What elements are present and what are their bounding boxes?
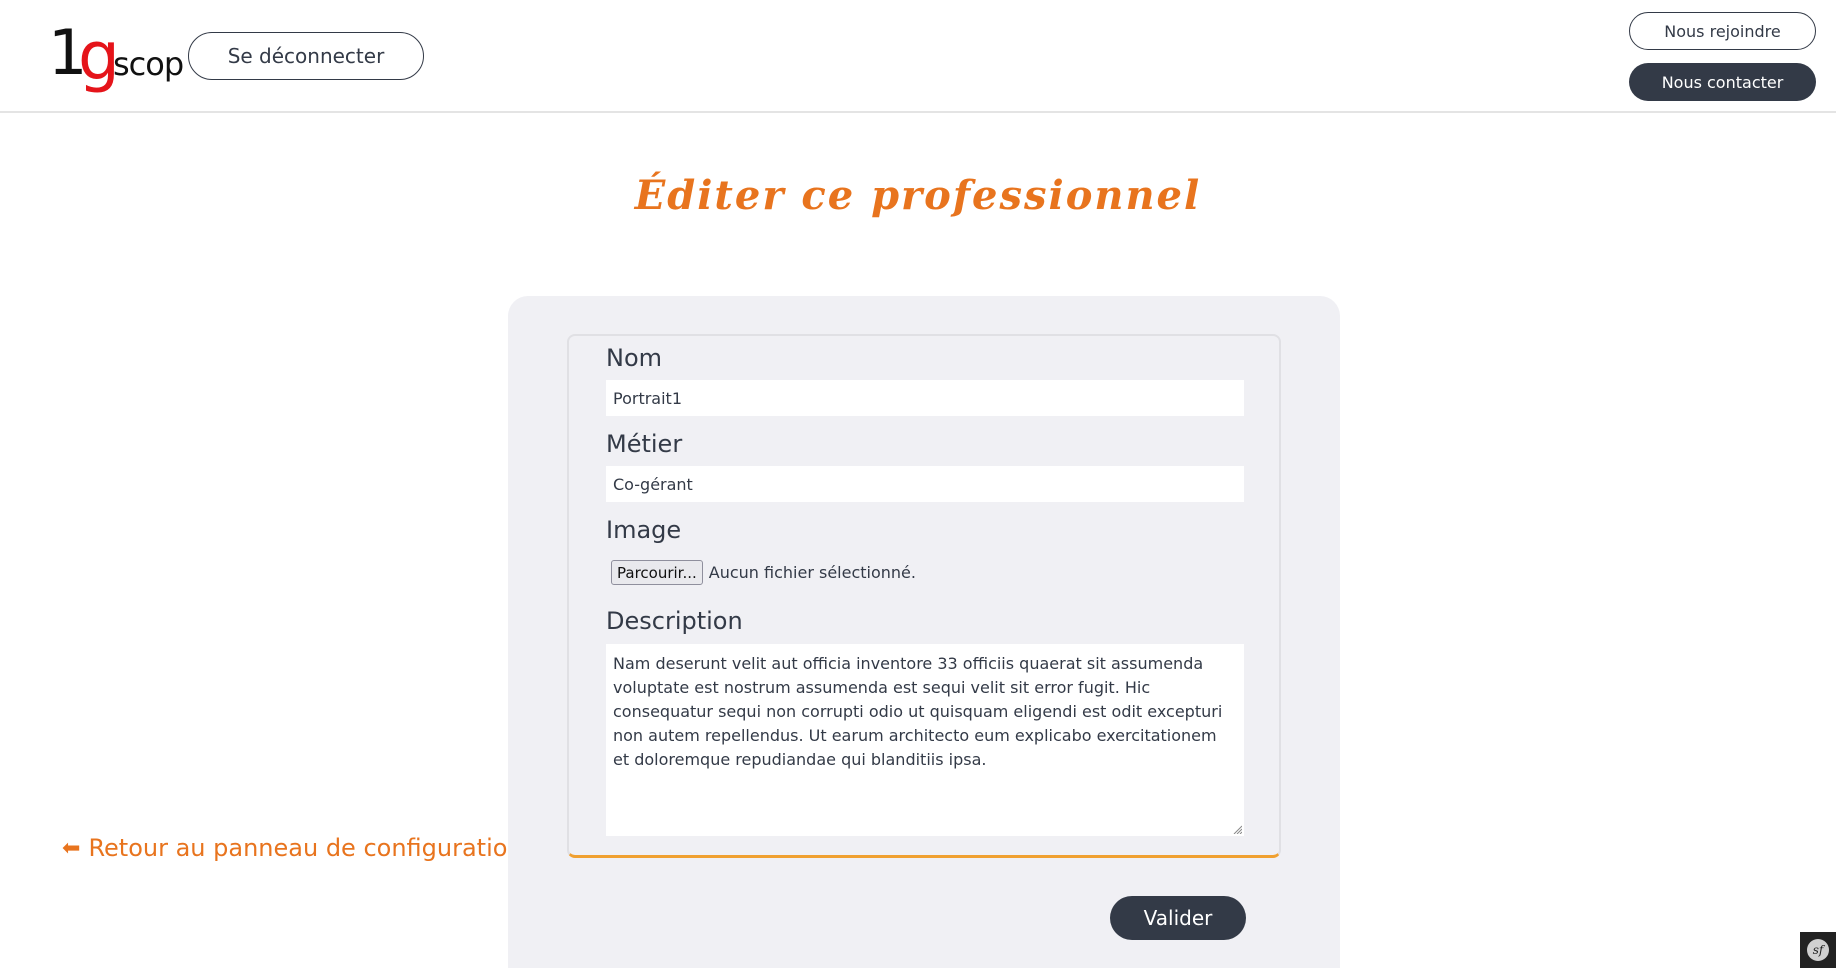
- job-input[interactable]: Co-gérant: [606, 466, 1244, 502]
- browse-file-button[interactable]: Parcourir...: [611, 560, 703, 585]
- back-to-config-link[interactable]: ⬅ Retour au panneau de configuration: [62, 834, 523, 862]
- description-textarea[interactable]: Nam deserunt velit aut officia inventore…: [606, 644, 1244, 836]
- description-text: Nam deserunt velit aut officia inventore…: [613, 654, 1223, 769]
- name-label: Nom: [606, 344, 663, 372]
- site-header: 1 g scop Se déconnecter Nous rejoindre N…: [0, 0, 1836, 113]
- submit-button[interactable]: Valider: [1110, 896, 1246, 940]
- symfony-toolbar-toggle[interactable]: sf: [1800, 932, 1836, 968]
- symfony-icon: sf: [1807, 939, 1829, 961]
- page-title: Éditer ce professionnel: [634, 172, 1202, 219]
- arrow-left-icon: ⬅: [62, 835, 81, 861]
- resize-handle-icon[interactable]: [1232, 824, 1242, 834]
- image-file-input: Parcourir... Aucun fichier sélectionné.: [611, 560, 916, 585]
- join-button[interactable]: Nous rejoindre: [1629, 12, 1816, 50]
- name-input[interactable]: Portrait1: [606, 380, 1244, 416]
- contact-button[interactable]: Nous contacter: [1629, 63, 1816, 101]
- form-fieldset: Nom Portrait1 Métier Co-gérant Image Par…: [567, 334, 1281, 858]
- back-link-label: Retour au panneau de configuration: [88, 834, 523, 862]
- logo-1gscop[interactable]: 1 g scop: [48, 18, 184, 92]
- logout-button[interactable]: Se déconnecter: [188, 32, 424, 80]
- edit-form-card: Nom Portrait1 Métier Co-gérant Image Par…: [508, 296, 1340, 968]
- file-status-text: Aucun fichier sélectionné.: [708, 563, 916, 582]
- job-label: Métier: [606, 430, 683, 458]
- image-label: Image: [606, 516, 682, 544]
- logo-scop: scop: [113, 45, 184, 83]
- description-label: Description: [606, 607, 743, 635]
